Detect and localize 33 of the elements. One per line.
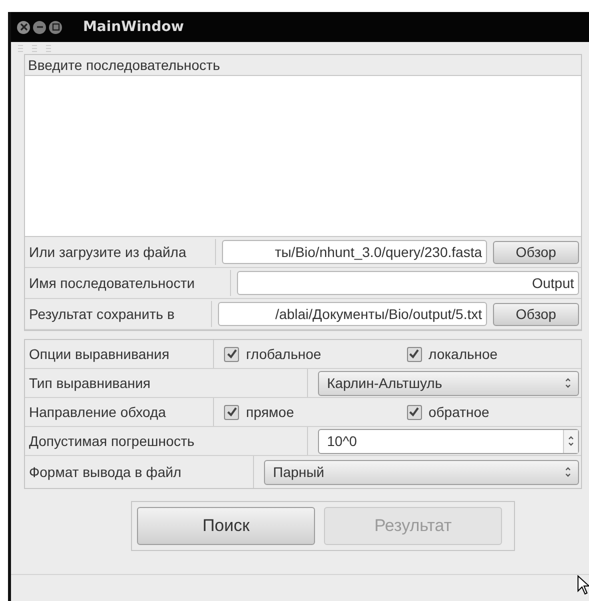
checkmark-icon — [408, 348, 420, 360]
checkmark-icon — [226, 406, 238, 418]
action-button[interactable]: Поиск — [137, 507, 315, 545]
option-label: Допустимая погрешность — [25, 427, 308, 455]
option-label: Тип выравнивания — [25, 369, 308, 397]
checkmark-icon — [226, 348, 238, 360]
option-label: Формат вывода в файл — [25, 456, 254, 488]
maximize-icon[interactable] — [49, 20, 62, 34]
minimize-icon[interactable] — [33, 20, 46, 34]
checkbox[interactable]: обратное — [396, 404, 579, 420]
window-title: MainWindow — [83, 19, 184, 35]
close-icon[interactable] — [17, 20, 30, 34]
up-down-arrows-icon — [564, 466, 572, 478]
checkbox[interactable]: локальное — [396, 346, 579, 362]
browse-button[interactable]: Обзор — [493, 240, 579, 264]
up-down-arrows-icon — [564, 377, 572, 389]
option-label: Направление обхода — [25, 398, 214, 426]
field-label: Имя последовательности — [25, 270, 231, 296]
text-field[interactable]: ты/Bio/nhunt_3.0/query/230.fasta — [222, 240, 487, 264]
checkbox[interactable]: прямое — [214, 404, 396, 420]
checkmark-icon — [408, 406, 420, 418]
dropdown[interactable]: Парный — [264, 460, 579, 484]
option-label: Опции выравнивания — [25, 340, 214, 368]
text-field[interactable]: Output — [237, 271, 579, 295]
field-label: Результат сохранить в — [25, 301, 212, 327]
text-field[interactable]: /ablai/Документы/Bio/output/5.txt — [218, 302, 487, 326]
browse-button[interactable]: Обзор — [493, 302, 579, 326]
field-label: Или загрузите из файла — [25, 239, 216, 265]
spin-box[interactable]: 10^0 — [318, 428, 579, 454]
up-down-arrows-icon[interactable] — [567, 435, 575, 447]
checkbox[interactable]: глобальное — [214, 346, 396, 362]
dropdown[interactable]: Карлин-Альтшуль — [318, 370, 579, 396]
mouse-cursor-icon — [577, 575, 589, 595]
